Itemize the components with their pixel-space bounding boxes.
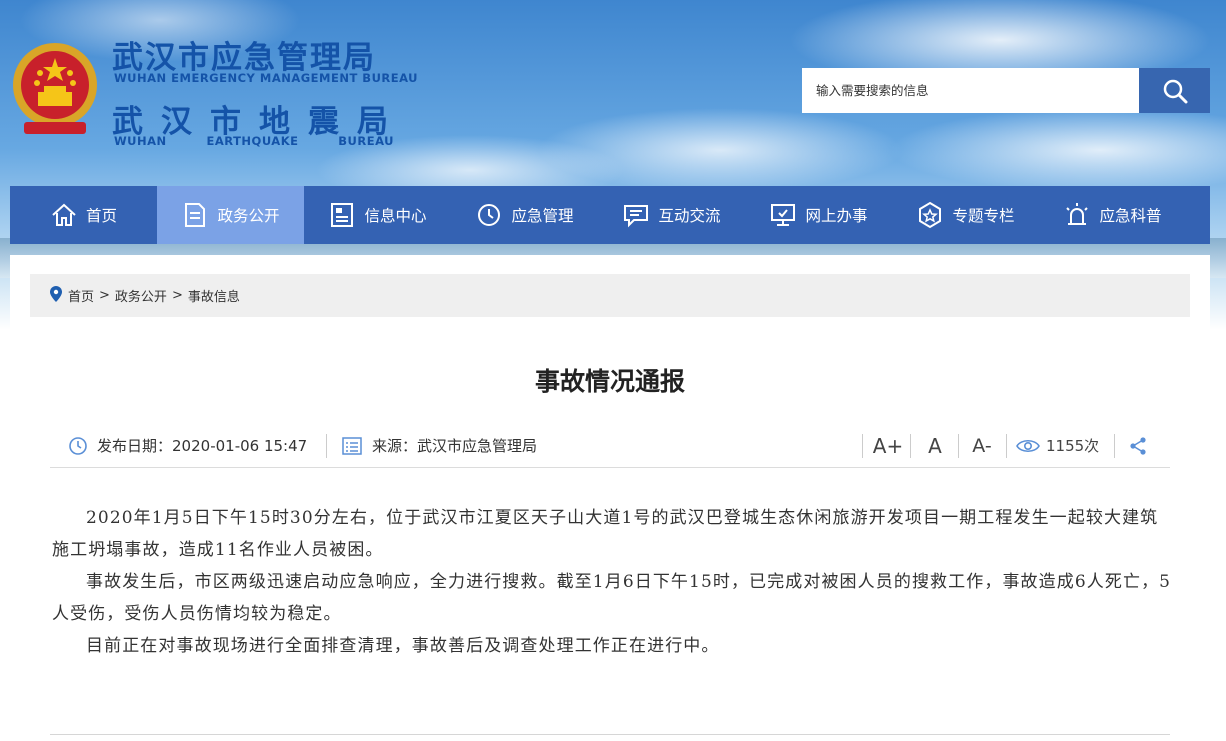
article-meta-bar: 发布日期： 2020-01-06 15:47 来源： 武汉市应急管理局 A+ A… [50,424,1170,468]
alarm-light-icon [1063,201,1091,229]
breadcrumb-link-gov-affairs[interactable]: 政务公开 [115,286,167,305]
nav-item-label: 应急科普 [1099,207,1162,225]
font-normal-label: A [928,433,942,458]
nav-item-special-topics[interactable]: 专题专栏 [892,186,1039,244]
article-paragraph: 目前正在对事故现场进行全面排查清理，事故善后及调查处理工作正在进行中。 [86,636,720,656]
main-nav: 首页 政务公开 信息中心 应急管理 互动交流 网上办事 专题专栏 应急科普 [10,186,1210,244]
font-normal-button[interactable]: A [914,424,956,467]
nav-item-label: 应急管理 [511,207,574,225]
subtitle-en-word: WUHAN [114,134,167,148]
font-larger-button[interactable]: A+ [868,424,908,467]
search-button[interactable] [1139,68,1210,113]
location-pin-icon [50,285,62,306]
share-button[interactable] [1124,424,1152,467]
list-icon [342,436,362,455]
home-icon [50,201,78,229]
monitor-icon [769,201,797,229]
subtitle-en-word: EARTHQUAKE [206,134,299,148]
divider [50,734,1170,735]
site-subtitle-en: WUHAN EARTHQUAKE BUREAU [114,134,394,148]
breadcrumb: 首页 > 政务公开 > 事故信息 [30,274,1190,317]
star-badge-icon [916,201,944,229]
article-body: 2020年1月5日下午15时30分左右，位于武汉市江夏区天子山大道1号的武汉巴登… [52,502,1172,662]
clock-icon [69,436,87,455]
breadcrumb-separator: > [99,288,110,303]
article-title: 事故情况通报 [534,367,685,396]
divider [910,434,911,458]
clock-icon [475,201,503,229]
subtitle-en-word: BUREAU [338,134,394,148]
nav-item-gov-affairs[interactable]: 政务公开 [157,186,304,244]
publish-date: 发布日期： 2020-01-06 15:47 [68,424,307,467]
nav-item-emergency-mgmt[interactable]: 应急管理 [451,186,598,244]
nav-item-label: 专题专栏 [952,207,1015,225]
divider [326,434,327,458]
share-icon [1130,436,1146,455]
divider [862,434,863,458]
font-smaller-button[interactable]: A- [962,424,1002,467]
eye-icon [1016,439,1040,452]
font-smaller-label: A- [972,434,992,457]
divider [1006,434,1007,458]
chat-icon [622,201,650,229]
nav-item-label: 政务公开 [217,207,280,225]
nav-item-label: 网上办事 [805,207,868,225]
source-label: 来源： [372,437,418,455]
view-count: 1155次 [1016,424,1106,467]
nav-item-online-service[interactable]: 网上办事 [745,186,892,244]
source-value: 武汉市应急管理局 [417,437,538,455]
nav-item-interaction[interactable]: 互动交流 [598,186,745,244]
article-source: 来源： 武汉市应急管理局 [342,424,537,467]
news-icon [328,201,356,229]
content-area [10,255,1210,741]
document-icon [181,201,209,229]
breadcrumb-separator: > [171,288,183,303]
nav-item-home[interactable]: 首页 [10,186,157,244]
article-paragraph: 2020年1月5日下午15时30分左右，位于武汉市江夏区天子山大道1号的武汉巴登… [52,508,1159,560]
nav-item-emergency-science[interactable]: 应急科普 [1039,186,1186,244]
nav-item-label: 互动交流 [658,207,721,225]
font-larger-label: A+ [872,433,904,458]
search-icon [1163,79,1187,103]
nav-item-label: 信息中心 [364,207,427,225]
site-title-en: WUHAN EMERGENCY MANAGEMENT BUREAU [114,71,419,85]
divider [1114,434,1115,458]
breadcrumb-link-accident-info[interactable]: 事故信息 [188,286,240,305]
view-count-value: 1155次 [1046,437,1100,455]
nav-item-label: 首页 [85,207,117,225]
nav-item-info-center[interactable]: 信息中心 [304,186,451,244]
article-paragraph: 事故发生后，市区两级迅速启动应急响应，全力进行搜救。截至1月6日下午15时，已完… [52,572,1172,624]
publish-date-label: 发布日期： [97,437,173,455]
breadcrumb-link-home[interactable]: 首页 [68,286,94,305]
national-emblem-logo[interactable] [10,40,100,140]
search-input[interactable]: 输入需要搜索的信息 [802,68,1139,113]
divider [958,434,959,458]
publish-date-value: 2020-01-06 15:47 [172,436,308,455]
